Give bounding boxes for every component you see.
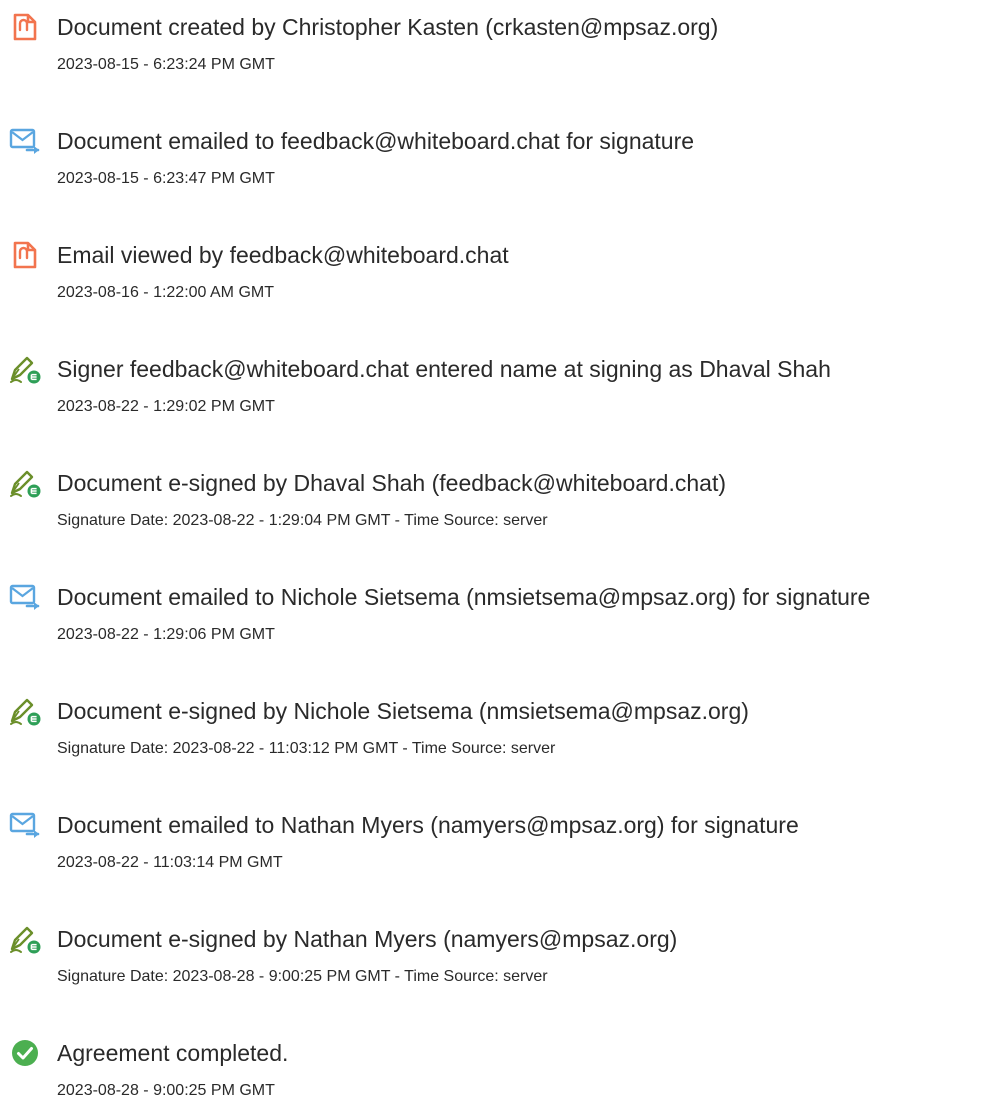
history-event: Document emailed to feedback@whiteboard.…	[0, 124, 1000, 204]
event-timestamp: Signature Date: 2023-08-22 - 1:29:04 PM …	[57, 512, 548, 529]
event-title: Document emailed to Nichole Sietsema (nm…	[57, 584, 871, 610]
history-event: Document emailed to Nichole Sietsema (nm…	[0, 580, 1000, 660]
checkmark-circle-icon	[8, 1036, 42, 1070]
audit-history: Document created by Christopher Kasten (…	[0, 0, 1000, 1108]
event-title: Document e-signed by Nathan Myers (namye…	[57, 926, 678, 952]
event-title: Document created by Christopher Kasten (…	[57, 14, 719, 40]
event-title: Document e-signed by Nichole Sietsema (n…	[57, 698, 749, 724]
history-event: Document emailed to Nathan Myers (namyer…	[0, 808, 1000, 888]
email-sent-icon	[8, 808, 42, 842]
event-timestamp: 2023-08-28 - 9:00:25 PM GMT	[57, 1082, 275, 1099]
email-sent-icon	[8, 124, 42, 158]
history-event: Document e-signed by Nichole Sietsema (n…	[0, 694, 1000, 774]
document-viewed-icon	[8, 238, 42, 272]
event-timestamp: 2023-08-16 - 1:22:00 AM GMT	[57, 284, 274, 301]
history-event: Signer feedback@whiteboard.chat entered …	[0, 352, 1000, 432]
event-title: Signer feedback@whiteboard.chat entered …	[57, 356, 831, 382]
history-event: Email viewed by feedback@whiteboard.chat…	[0, 238, 1000, 318]
history-event: Agreement completed. 2023-08-28 - 9:00:2…	[0, 1036, 1000, 1116]
event-timestamp: Signature Date: 2023-08-22 - 11:03:12 PM…	[57, 740, 556, 757]
email-sent-icon	[8, 580, 42, 614]
event-timestamp: 2023-08-22 - 1:29:02 PM GMT	[57, 398, 275, 415]
event-title: Document emailed to Nathan Myers (namyer…	[57, 812, 799, 838]
event-timestamp: 2023-08-15 - 6:23:47 PM GMT	[57, 170, 275, 187]
e-sign-pen-icon	[8, 922, 42, 956]
event-timestamp: 2023-08-22 - 11:03:14 PM GMT	[57, 854, 283, 871]
document-created-icon	[8, 10, 42, 44]
history-event: Document created by Christopher Kasten (…	[0, 10, 1000, 90]
e-sign-pen-icon	[8, 466, 42, 500]
event-timestamp: Signature Date: 2023-08-28 - 9:00:25 PM …	[57, 968, 548, 985]
event-timestamp: 2023-08-15 - 6:23:24 PM GMT	[57, 56, 275, 73]
event-title: Agreement completed.	[57, 1040, 289, 1066]
event-title: Email viewed by feedback@whiteboard.chat	[57, 242, 509, 268]
history-event: Document e-signed by Dhaval Shah (feedba…	[0, 466, 1000, 546]
event-timestamp: 2023-08-22 - 1:29:06 PM GMT	[57, 626, 275, 643]
event-title: Document emailed to feedback@whiteboard.…	[57, 128, 695, 154]
e-sign-pen-icon	[8, 694, 42, 728]
e-sign-pen-icon	[8, 352, 42, 386]
history-event: Document e-signed by Nathan Myers (namye…	[0, 922, 1000, 1002]
event-title: Document e-signed by Dhaval Shah (feedba…	[57, 470, 726, 496]
